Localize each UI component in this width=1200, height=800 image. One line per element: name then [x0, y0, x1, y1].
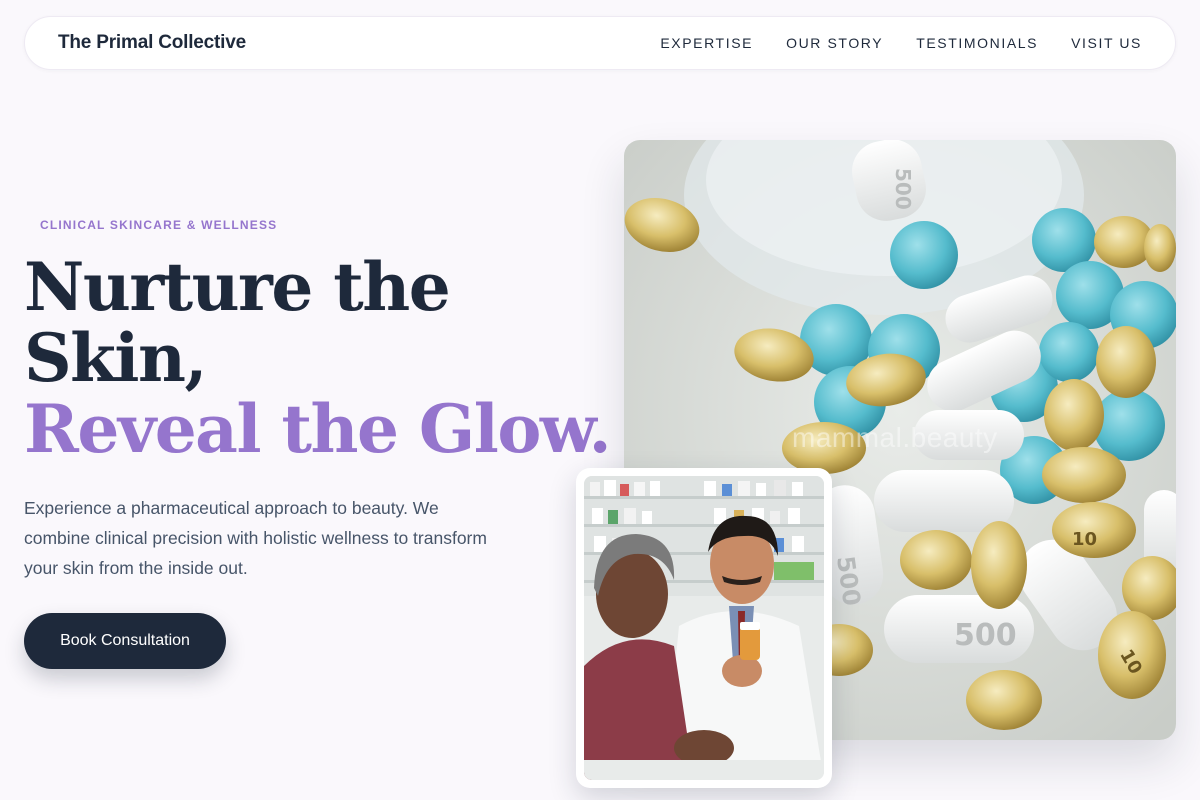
pharmacy-consultation-illustration: [584, 476, 824, 780]
top-navigation: The Primal Collective EXPERTISE OUR STOR…: [24, 16, 1176, 70]
hero-headline: Nurture the Skin, Reveal the Glow.: [24, 248, 612, 468]
pill-marking: 10: [1072, 529, 1097, 550]
nav-link-visit-us[interactable]: VISIT US: [1071, 35, 1142, 51]
nav-link-our-story[interactable]: OUR STORY: [786, 35, 883, 51]
landing-page: The Primal Collective EXPERTISE OUR STOR…: [0, 0, 1200, 800]
nav-link-testimonials[interactable]: TESTIMONIALS: [916, 35, 1038, 51]
brand-logo[interactable]: The Primal Collective: [58, 32, 246, 54]
hero-eyebrow: CLINICAL SKINCARE & WELLNESS: [40, 218, 278, 232]
image-watermark: mammal.beauty: [792, 422, 998, 453]
pill-marking: 500: [891, 168, 915, 210]
headline-line-2: Skin,: [24, 319, 207, 397]
pharmacist-photo-card: [576, 468, 832, 788]
book-consultation-button[interactable]: Book Consultation: [24, 613, 226, 669]
hero-description: Experience a pharmaceutical approach to …: [24, 498, 487, 578]
headline-line-1: Nurture the: [24, 248, 451, 326]
pill-marking: 500: [954, 618, 1017, 653]
headline-accent: Reveal the Glow.: [24, 390, 612, 468]
pharmacist-photo: [584, 476, 824, 780]
nav-links: EXPERTISE OUR STORY TESTIMONIALS VISIT U…: [660, 35, 1142, 51]
nav-link-expertise[interactable]: EXPERTISE: [660, 35, 753, 51]
